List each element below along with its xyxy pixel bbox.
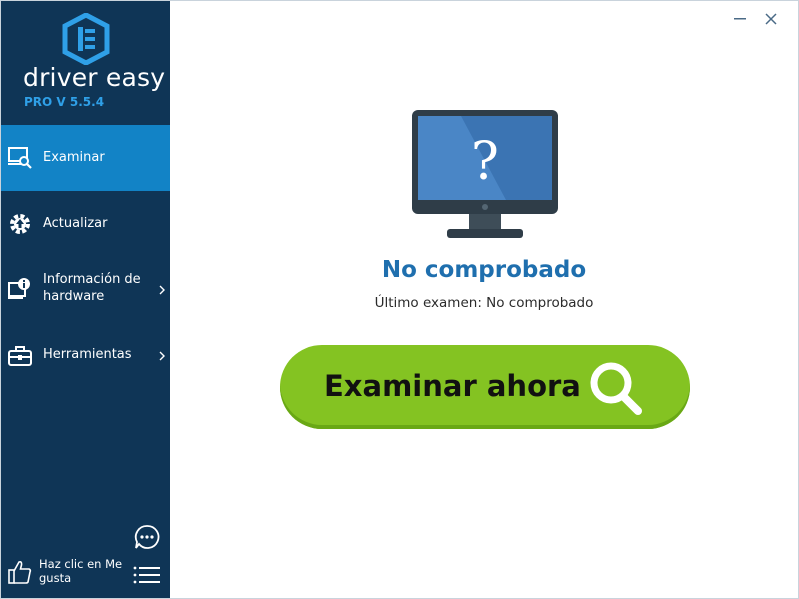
app-window: driver easy PRO V 5.5.4 Examinar Actuali… [0, 0, 799, 599]
window-controls [728, 9, 798, 29]
chat-icon[interactable] [133, 523, 161, 551]
sidebar-item-label: Herramientas [43, 347, 132, 362]
svg-text:?: ? [471, 132, 499, 192]
toolbox-icon [8, 346, 32, 366]
last-scan-text: Último examen: No comprobado [374, 295, 594, 311]
minimize-icon[interactable] [730, 9, 750, 29]
search-icon [590, 362, 642, 415]
gear-upload-icon [10, 214, 30, 234]
status-title: No comprobado [381, 257, 587, 283]
menu-icon[interactable] [133, 565, 161, 585]
sidebar-item-actualizar[interactable]: Actualizar [1, 191, 170, 257]
sidebar-item-label: Examinar [43, 150, 105, 165]
chevron-right-icon [159, 351, 165, 361]
app-brand: driver easy [23, 63, 166, 92]
app-version: PRO V 5.5.4 [24, 95, 105, 109]
sidebar-item-herramientas[interactable]: Herramientas [1, 323, 170, 389]
like-link[interactable]: Haz clic en Me gusta [39, 557, 129, 585]
chevron-right-icon [159, 285, 165, 295]
sidebar-item-label: Actualizar [43, 216, 108, 231]
sidebar-item-hardware[interactable]: Información de hardware [1, 257, 170, 323]
scan-now-button[interactable]: Examinar ahora [280, 345, 690, 429]
close-icon[interactable] [761, 9, 781, 29]
thumbs-up-icon[interactable] [8, 559, 32, 585]
scan-monitor-icon [8, 147, 32, 169]
sidebar-nav: Examinar Actualizar Información de hardw… [1, 125, 170, 389]
sidebar-item-label: Información de hardware [43, 272, 141, 304]
scan-now-label: Examinar ahora [324, 369, 581, 403]
sidebar-item-examinar[interactable]: Examinar [1, 125, 170, 191]
hardware-info-icon [8, 278, 30, 299]
driver-easy-logo-icon [62, 13, 110, 65]
sidebar: driver easy PRO V 5.5.4 Examinar Actuali… [1, 1, 170, 598]
monitor-question-icon: ? [412, 110, 558, 238]
